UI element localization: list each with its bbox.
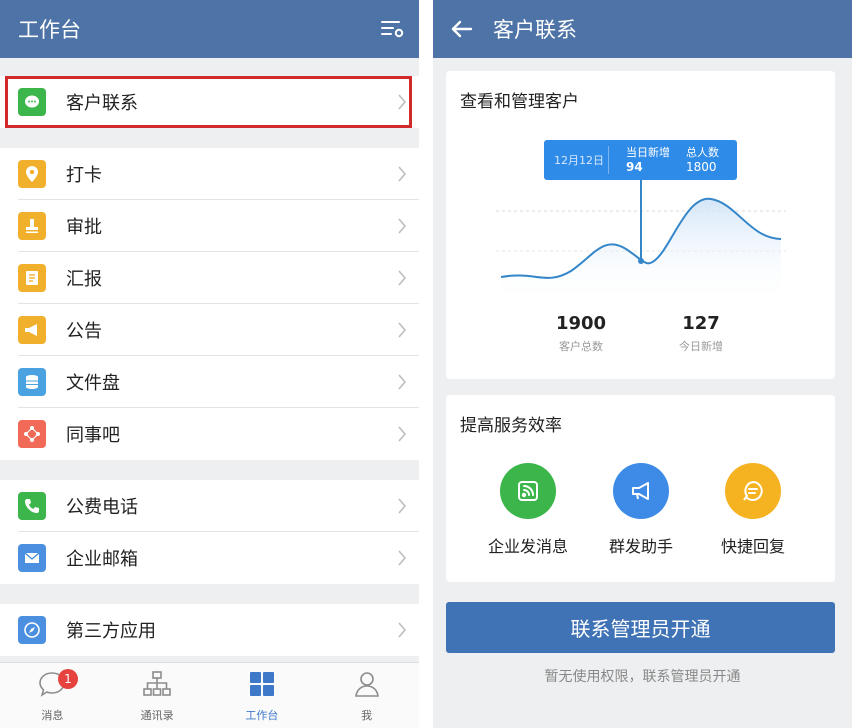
permission-note: 暂无使用权限，联系管理员开通 — [544, 669, 741, 685]
chevron-right-icon — [397, 621, 407, 639]
tab-item[interactable]: 通讯录 — [105, 663, 210, 728]
unread-badge: 1 — [58, 669, 78, 689]
network-icon — [18, 420, 46, 448]
chat-bubble-icon — [18, 88, 46, 116]
mail-icon — [18, 544, 46, 572]
service-label: 群发助手 — [608, 537, 673, 556]
app-group: 第三方应用 — [0, 604, 419, 656]
chevron-right-icon — [397, 165, 407, 183]
app-item[interactable]: 企业邮箱 — [0, 532, 419, 584]
stat-value: 1900 — [555, 313, 607, 334]
megaphone-icon — [613, 463, 669, 519]
chevron-right-icon — [397, 269, 407, 287]
app-item[interactable]: 打卡 — [0, 148, 419, 200]
app-item-label: 客户联系 — [66, 93, 138, 114]
app-item-label: 企业邮箱 — [66, 549, 138, 570]
app-group: 公费电话 企业邮箱 — [0, 480, 419, 584]
chevron-right-icon — [397, 497, 407, 515]
app-group: 客户联系 — [0, 76, 419, 128]
page-title: 工作台 — [18, 18, 81, 42]
app-item-label: 打卡 — [66, 165, 102, 186]
app-item[interactable]: 同事吧 — [0, 408, 419, 460]
compass-icon — [18, 616, 46, 644]
card-heading: 提高服务效率 — [460, 416, 562, 436]
app-item[interactable]: 公费电话 — [0, 480, 419, 532]
stamp-icon — [18, 212, 46, 240]
service-mass-send[interactable]: 群发助手 — [586, 463, 696, 557]
app-item[interactable]: 公告 — [0, 304, 419, 356]
tooltip-new-label: 当日新增 — [626, 146, 670, 159]
chevron-right-icon — [397, 93, 407, 111]
tab-item[interactable]: 我 — [314, 663, 419, 728]
manage-customers-card: 查看和管理客户 12月12日 当日新增 94 总人数 1800 1900 客户总… — [446, 71, 835, 379]
report-icon — [18, 264, 46, 292]
contact-admin-button[interactable]: 联系管理员开通 — [446, 602, 835, 653]
stat-new-today: 127 今日新增 — [661, 313, 741, 354]
stat-total-customers: 1900 客户总数 — [541, 313, 621, 354]
phone-icon — [18, 492, 46, 520]
stat-value: 127 — [682, 313, 720, 334]
chevron-right-icon — [397, 425, 407, 443]
megaphone-icon — [18, 316, 46, 344]
org-chart-icon — [142, 669, 172, 703]
grid-icon — [247, 669, 277, 703]
app-item[interactable]: 文件盘 — [0, 356, 419, 408]
back-arrow-icon[interactable] — [449, 16, 475, 42]
app-item-label: 审批 — [66, 217, 102, 238]
tab-label: 消息 — [41, 709, 64, 722]
tooltip-total-label: 总人数 — [686, 146, 719, 159]
app-item[interactable]: 第三方应用 — [0, 604, 419, 656]
chevron-right-icon — [397, 321, 407, 339]
app-item-label: 文件盘 — [66, 373, 120, 394]
chevron-right-icon — [397, 373, 407, 391]
app-group: 打卡审批汇报公告文件盘同事吧 — [0, 148, 419, 460]
customer-contact-header: 客户联系 — [433, 0, 852, 58]
workbench-screen: 工作台 客户联系打卡审批汇报公告文件盘同事吧公费电话企业邮箱第三方应用 消息 1 通… — [0, 0, 419, 728]
service-quick-reply[interactable]: 快捷回复 — [698, 463, 808, 557]
tooltip-total-value: 1800 — [686, 160, 717, 174]
app-item[interactable]: 客户联系 — [0, 76, 419, 128]
tab-label: 通讯录 — [140, 709, 174, 722]
page-title: 客户联系 — [493, 18, 577, 42]
chevron-right-icon — [397, 217, 407, 235]
settings-list-icon[interactable] — [379, 16, 405, 42]
stat-caption: 今日新增 — [679, 340, 723, 353]
app-list: 客户联系打卡审批汇报公告文件盘同事吧公费电话企业邮箱第三方应用 — [0, 58, 419, 656]
service-enterprise-message[interactable]: 企业发消息 — [473, 463, 583, 557]
broadcast-icon — [500, 463, 556, 519]
card-heading: 查看和管理客户 — [460, 92, 579, 112]
tab-item[interactable]: 工作台 — [210, 663, 315, 728]
app-item-label: 公费电话 — [66, 497, 138, 518]
service-label: 企业发消息 — [487, 537, 568, 556]
location-pin-icon — [18, 160, 46, 188]
chart-tooltip: 12月12日 当日新增 94 总人数 1800 — [544, 140, 737, 180]
app-item-label: 公告 — [66, 321, 102, 342]
app-item-label: 第三方应用 — [66, 621, 156, 642]
customer-contact-screen: 客户联系 查看和管理客户 12月12日 当日新增 94 总人数 1800 190… — [433, 0, 852, 728]
person-icon — [352, 669, 382, 703]
stat-caption: 客户总数 — [559, 340, 603, 353]
tooltip-date: 12月12日 — [554, 154, 604, 167]
bottom-tab-bar: 消息 1 通讯录 工作台 我 — [0, 662, 419, 728]
workbench-header: 工作台 — [0, 0, 419, 58]
service-label: 快捷回复 — [720, 537, 785, 556]
database-icon — [18, 368, 46, 396]
tab-item[interactable]: 消息 1 — [0, 663, 105, 728]
app-item-label: 同事吧 — [66, 425, 120, 446]
tab-label: 工作台 — [245, 709, 279, 722]
app-item-label: 汇报 — [66, 269, 102, 290]
tab-label: 我 — [361, 709, 373, 722]
app-item[interactable]: 汇报 — [0, 252, 419, 304]
chevron-right-icon — [397, 549, 407, 567]
tooltip-new-value: 94 — [626, 160, 643, 174]
tooltip-divider — [608, 146, 609, 174]
quick-reply-icon — [725, 463, 781, 519]
service-efficiency-card: 提高服务效率 企业发消息 群发助手 快捷回复 — [446, 395, 835, 582]
app-item[interactable]: 审批 — [0, 200, 419, 252]
